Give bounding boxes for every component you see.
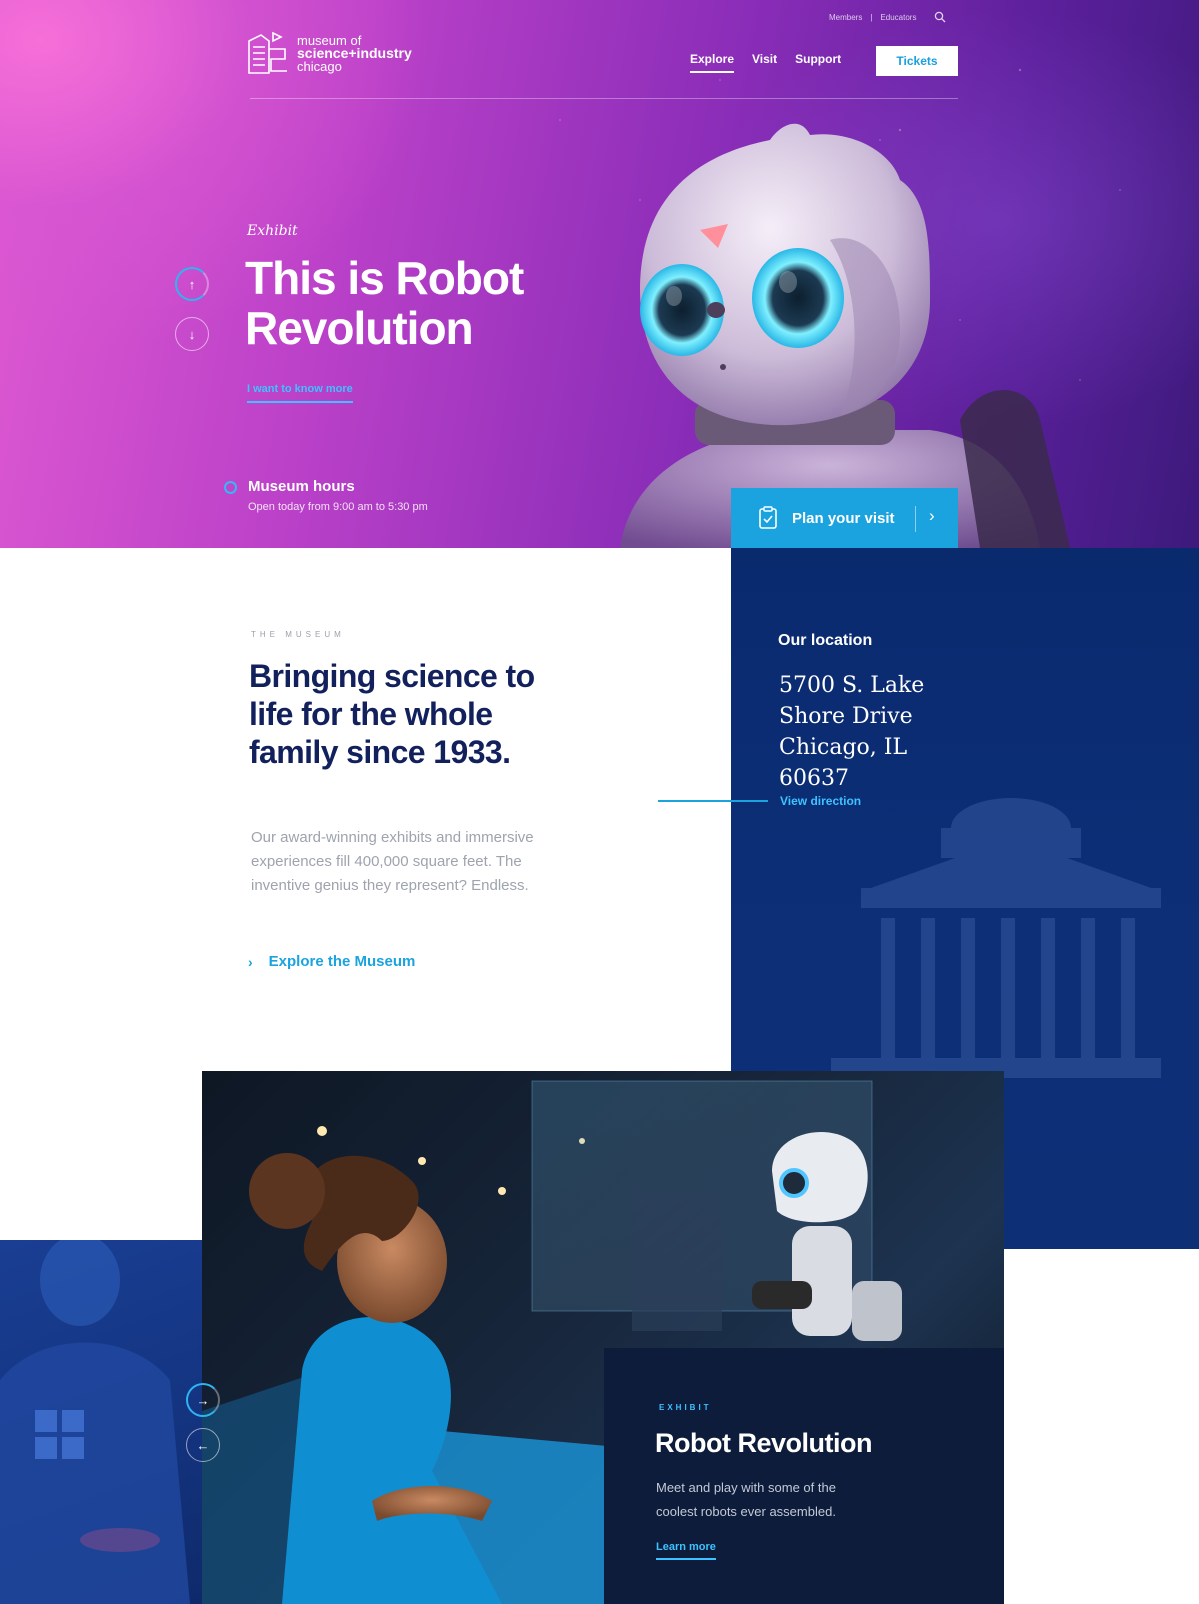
plan-divider (915, 506, 916, 532)
view-direction-link[interactable]: View direction (780, 794, 861, 808)
utility-nav: Members | Educators (829, 11, 946, 23)
museum-title: Bringing science to life for the whole f… (249, 658, 535, 770)
educators-link[interactable]: Educators (880, 13, 916, 22)
museum-logo[interactable]: museum of science+industry chicago (247, 29, 412, 77)
side-photo-illustration (0, 1240, 190, 1604)
carousel-prev-button[interactable]: ← (186, 1428, 220, 1462)
logo-line-2: science+industry (297, 44, 412, 61)
plan-visit-label: Plan your visit (792, 509, 895, 527)
arrow-down-icon: ↓ (188, 326, 196, 342)
explore-museum-link[interactable]: › Explore the Museum (248, 953, 415, 970)
arrow-right-icon: → (196, 1392, 210, 1408)
museum-building-illustration (831, 798, 1161, 1078)
hours-title: Museum hours (248, 478, 355, 495)
carousel-next-button[interactable]: → (186, 1383, 220, 1417)
clipboard-icon (759, 506, 777, 529)
hero-eyebrow: Exhibit (247, 223, 298, 239)
location-title: Our location (778, 632, 873, 649)
logo-wordmark: museum of science+industry chicago (297, 34, 412, 73)
arrow-up-icon: ↑ (188, 276, 196, 292)
chevron-right-icon: › (248, 953, 253, 970)
search-icon[interactable] (934, 11, 946, 23)
arrow-left-icon: ← (196, 1437, 210, 1453)
know-more-link[interactable]: I want to know more (247, 383, 353, 403)
tickets-button[interactable]: Tickets (876, 46, 958, 76)
logo-line-3: chicago (297, 58, 342, 74)
utility-separator: | (870, 12, 873, 22)
exhibit-card-eyebrow: EXHIBIT (659, 1403, 712, 1412)
hero-section: museum of science+industry chicago Membe… (0, 0, 1199, 548)
exhibit-card-title: Robot Revolution (655, 1428, 872, 1458)
logo-mark (248, 31, 287, 74)
direction-line (658, 800, 768, 802)
exhibit-card-body: Meet and play with some of the coolest r… (656, 1480, 836, 1519)
nav-item-support[interactable]: Support (795, 52, 841, 73)
hero-title: This is Robot Revolution (245, 252, 524, 354)
chevron-right-icon: › (929, 506, 935, 525)
slider-up-button[interactable]: ↑ (175, 267, 209, 301)
nav-item-explore[interactable]: Explore (690, 52, 735, 73)
header-divider (250, 98, 958, 99)
hours-text: Open today from 9:00 am to 5:30 pm (248, 501, 428, 513)
location-address: 5700 S. Lake Shore Drive Chicago, IL 606… (779, 673, 925, 791)
learn-more-link[interactable]: Learn more (656, 1541, 716, 1560)
plan-visit-button[interactable]: Plan your visit › (731, 488, 958, 548)
side-exhibit-photo (0, 1240, 202, 1604)
main-nav: Explore Visit Support (690, 52, 859, 73)
slider-down-button[interactable]: ↓ (175, 317, 209, 351)
exhibit-card: EXHIBIT Robot Revolution Meet and play w… (604, 1348, 1004, 1604)
clock-icon (224, 481, 237, 494)
robot-illustration (620, 123, 1070, 548)
museum-eyebrow: THE MUSEUM (251, 630, 345, 639)
museum-body: Our award-winning exhibits and immersive… (251, 829, 534, 894)
members-link[interactable]: Members (829, 13, 862, 22)
explore-museum-label: Explore the Museum (268, 953, 416, 970)
nav-item-visit[interactable]: Visit (752, 52, 777, 73)
museum-hours: Museum hours Open today from 9:00 am to … (224, 478, 428, 513)
